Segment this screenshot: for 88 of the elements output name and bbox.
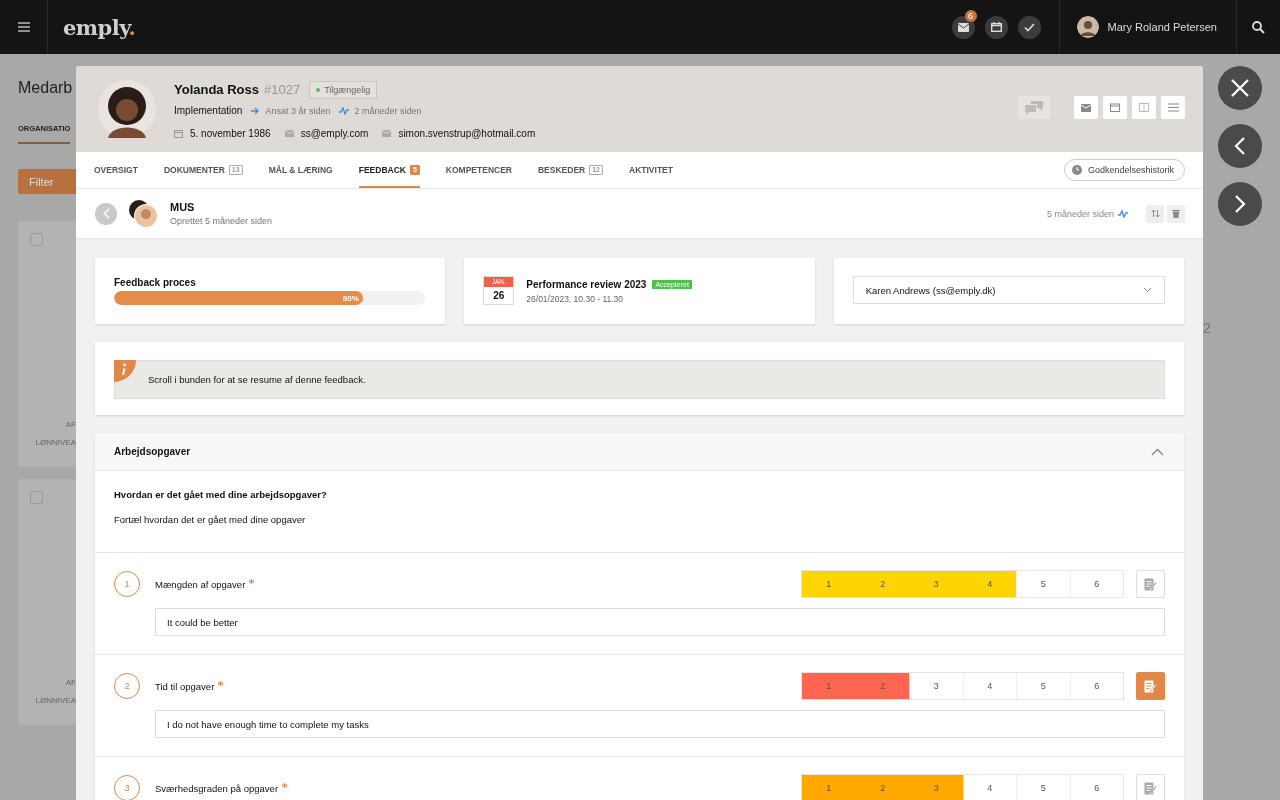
info-icon [114,360,136,382]
progress-label: Feedback proces [114,277,197,288]
section-title: Arbejdsopgaver [114,446,191,457]
calendar-icon [174,129,183,138]
arrow-icon [251,106,261,115]
rating-option[interactable]: 1 [802,571,856,597]
checkmark-icon[interactable] [1017,15,1041,39]
note-icon [1144,781,1157,795]
envelope-icon [284,130,294,137]
employee-name: Yolanda Ross [174,82,259,97]
checkbox[interactable] [30,233,43,246]
rating-option[interactable]: 3 [909,775,963,800]
chevron-icon [1150,447,1164,456]
user-avatar[interactable] [1076,16,1099,38]
columns-button[interactable] [1132,96,1156,119]
employment-text: Ansat 3 år siden [265,105,331,116]
envelope-icon [1081,103,1091,112]
note-icon [1144,679,1157,693]
birthday-text: 5. november 1986 [190,128,271,139]
profile-avatar [98,80,156,138]
comment-field[interactable]: I do not have enough time to complete my tasks [155,710,1165,738]
comment-button[interactable] [1136,672,1165,700]
question-label: Sværhedsgraden på opgaver [155,782,279,794]
chevron-right-icon [1234,194,1246,214]
question-description: Fortæl hvordan det er gået med dine opgaver [114,514,307,525]
rating-option[interactable]: 2 [855,775,909,800]
question-label: Mængden af opgaver [155,578,246,590]
clock-icon [1071,165,1082,175]
menu-icon[interactable] [17,22,30,32]
next-button[interactable] [1218,182,1262,226]
participants-avatars [128,198,160,229]
chevron-left-icon [102,208,110,219]
notification-badge: 6 [964,9,977,22]
question-text: Hvordan er det gået med dine arbejdsopgaver? [114,489,328,500]
note-icon [1144,577,1157,591]
chevron-down-icon [1143,287,1152,293]
info-text: Scroll i bunden for at se resume af denne feedback. [148,374,366,385]
created-text: Oprettet 5 måneder siden [170,216,273,226]
status-badge: Tilgængelig [309,80,378,99]
card-label: LØNNIVEA [35,696,76,705]
email-text: ss@emply.com [300,128,369,139]
meeting-time: 26/01/2023, 10.30 - 11.30 [526,294,625,304]
reviewer-dropdown[interactable]: Karen Andrews (ss@emply.dk) [852,276,1165,304]
rating-option[interactable]: 2 [855,571,909,597]
chevron-left-icon [1234,136,1246,156]
menu-icon [1167,103,1179,112]
email-text: simon.svenstrup@hotmail.com [398,128,536,139]
card-label: LØNNIVEA [35,438,76,447]
card-label: AF [65,420,76,429]
tab[interactable]: OVERSIGT [94,152,138,188]
logo[interactable]: emply. [63,14,136,40]
checkbox[interactable] [30,491,43,504]
tab[interactable]: MÅL & LÆRING [268,152,333,188]
department-text: Implementation [174,105,243,116]
columns-icon [1139,103,1149,112]
close-button[interactable] [1218,66,1262,110]
close-icon [1230,78,1250,98]
sort-icon [1150,209,1160,218]
envelope-icon [382,130,392,137]
meeting-title: Performance review 2023 [526,279,647,290]
chat-icon [1025,100,1043,115]
question-label: Tid til opgaver [155,680,215,692]
tab[interactable]: AKTIVITET [629,152,673,188]
employee-number: #1027 [264,82,301,97]
card-label: AF [65,678,76,687]
mail-button[interactable] [1074,96,1098,119]
calendar-icon[interactable] [984,15,1008,39]
rating-option[interactable]: 1 [802,775,856,800]
user-name[interactable]: Mary Roland Petersen [1107,21,1217,33]
rating-option[interactable]: 3 [909,571,963,597]
progress-fill: 80% [114,291,363,305]
pulse-icon [339,106,350,115]
previous-button[interactable] [1218,124,1262,168]
delete-button[interactable] [1167,204,1185,223]
search-icon[interactable] [1252,20,1265,34]
feedback-title: MUS [170,201,196,213]
comment-field[interactable]: It could be better [155,608,1165,636]
sort-button[interactable] [1146,204,1164,223]
trash-icon [1172,209,1180,218]
updated-text: 5 måneder siden [1046,208,1114,219]
activity-text: 2 måneder siden [354,105,422,116]
page-title: Medarb [18,78,73,98]
calendar-icon [1110,103,1120,112]
mail-icon[interactable] [951,15,975,39]
pulse-icon [1118,209,1128,218]
tab[interactable]: KOMPETENCER [445,152,512,188]
calendar-button[interactable] [1103,96,1127,119]
rating-option[interactable]: 4 [962,571,1016,597]
